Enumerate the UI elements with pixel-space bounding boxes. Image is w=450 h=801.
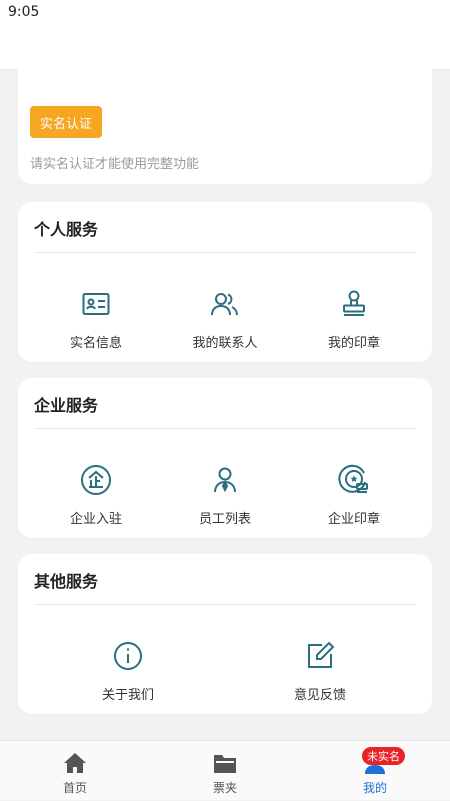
feedback-icon [304, 640, 336, 672]
service-item-employee-list[interactable]: 员工列表 [165, 464, 285, 527]
enterprise-services-card: 企业服务 企业入驻 员工列表 企业印章 [18, 378, 432, 538]
service-item-label: 企业入驻 [69, 512, 122, 527]
home-icon [63, 751, 87, 775]
verify-hint: 请实名认证才能使用完整功能 [30, 157, 200, 172]
tab-label: 首页 [62, 781, 87, 795]
service-item-label: 我的联系人 [192, 336, 258, 351]
service-item-real-name-info[interactable]: 实名信息 [36, 288, 156, 351]
section-title-enterprise: 企业服务 [34, 396, 99, 415]
id-card-icon [80, 288, 112, 320]
bottom-tab-bar: 首页 票夹 我的 未实名 [0, 740, 450, 800]
service-item-enterprise-seal[interactable]: 企业印章 [294, 464, 414, 527]
service-item-label: 意见反馈 [293, 688, 346, 703]
info-icon [112, 640, 144, 672]
service-item-label: 实名信息 [69, 336, 122, 351]
unverified-badge: 未实名 [362, 747, 405, 765]
status-time: 9:05 [8, 4, 40, 20]
section-title-other: 其他服务 [34, 572, 99, 591]
service-item-enterprise-join[interactable]: 企业入驻 [36, 464, 156, 527]
contacts-icon [209, 288, 241, 320]
section-title-personal: 个人服务 [34, 220, 99, 239]
divider [34, 604, 416, 605]
divider [34, 428, 416, 429]
tab-home[interactable]: 首页 [0, 741, 150, 801]
tab-mine[interactable]: 我的 未实名 [300, 741, 450, 801]
enterprise-icon [80, 464, 112, 496]
service-item-about-us[interactable]: 关于我们 [68, 640, 188, 703]
verify-button[interactable]: 实名认证 [30, 106, 102, 138]
service-item-label: 员工列表 [198, 512, 251, 527]
verify-card: 实名认证 请实名认证才能使用完整功能 [18, 50, 432, 184]
employee-icon [209, 464, 241, 496]
stamp-icon [338, 288, 370, 320]
service-item-label: 关于我们 [101, 688, 154, 703]
other-services-card: 其他服务 关于我们 意见反馈 [18, 554, 432, 714]
service-item-my-contacts[interactable]: 我的联系人 [165, 288, 285, 351]
tab-label: 票夹 [212, 781, 237, 795]
service-item-feedback[interactable]: 意见反馈 [260, 640, 380, 703]
service-item-label: 我的印章 [327, 336, 380, 351]
divider [34, 252, 416, 253]
service-item-label: 企业印章 [327, 512, 380, 527]
folder-icon [213, 751, 237, 775]
tab-ticket-folder[interactable]: 票夹 [150, 741, 300, 801]
enterprise-seal-icon [338, 464, 370, 496]
service-item-my-seal[interactable]: 我的印章 [294, 288, 414, 351]
personal-services-card: 个人服务 实名信息 我的联系人 我的印章 [18, 202, 432, 362]
tab-label: 我的 [362, 781, 387, 795]
